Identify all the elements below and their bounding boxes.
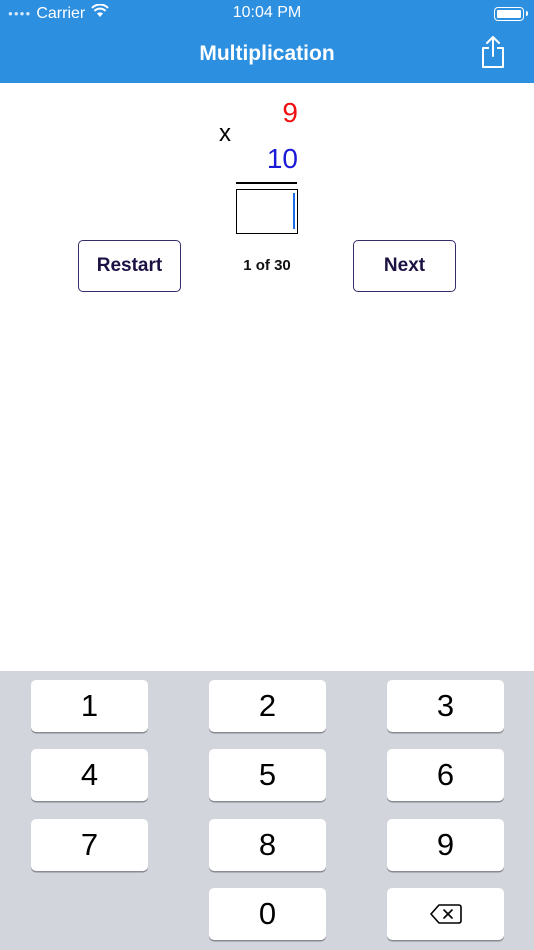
key-2[interactable]: 2	[209, 680, 326, 732]
top-number: 9	[282, 97, 298, 128]
key-0[interactable]: 0	[209, 888, 326, 940]
answer-field[interactable]	[236, 189, 298, 234]
restart-button[interactable]: Restart	[78, 240, 181, 292]
battery-icon	[494, 7, 528, 21]
bottom-number: 10	[266, 143, 298, 174]
status-time: 10:04 PM	[232, 4, 302, 21]
key-1[interactable]: 1	[31, 680, 148, 732]
operator-sign: x	[219, 120, 231, 147]
backspace-icon	[429, 904, 462, 924]
next-button[interactable]: Next	[353, 240, 456, 292]
key-4[interactable]: 4	[31, 749, 148, 801]
key-9[interactable]: 9	[387, 819, 504, 871]
backspace-key[interactable]	[387, 888, 504, 940]
key-3[interactable]: 3	[387, 680, 504, 732]
navigation-bar: ●●●● Carrier 10:04 PM Multiplication	[0, 0, 534, 83]
page-title: Multiplication	[199, 42, 335, 65]
key-6[interactable]: 6	[387, 749, 504, 801]
share-icon[interactable]	[479, 35, 507, 69]
key-7[interactable]: 7	[31, 819, 148, 871]
key-5[interactable]: 5	[209, 749, 326, 801]
sum-line	[236, 182, 297, 184]
status-bar: ●●●● Carrier 10:04 PM	[0, 3, 534, 24]
key-8[interactable]: 8	[209, 819, 326, 871]
text-cursor	[293, 193, 295, 229]
progress-counter: 1 of 30	[243, 257, 291, 274]
